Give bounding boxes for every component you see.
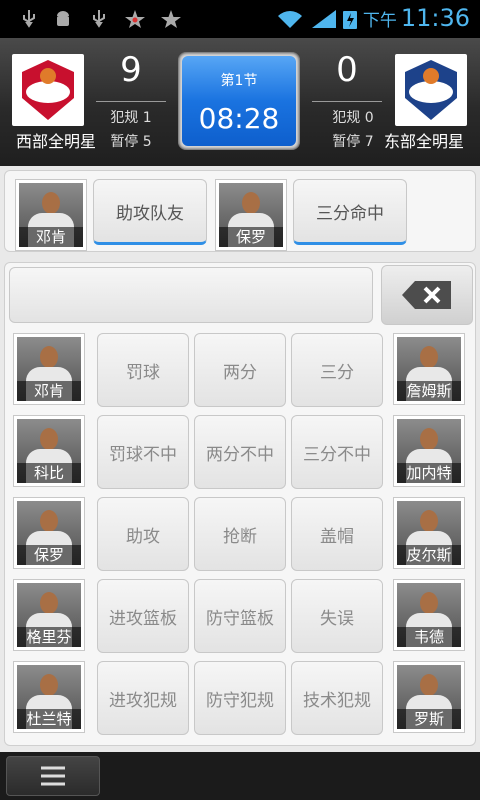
menu-icon <box>41 766 65 786</box>
action-button-1[interactable]: 罚球 <box>97 333 189 407</box>
scoreboard: 西部全明星 9 犯规 1 暂停 5 第1节 08:28 0 犯规 0 暂停 7 … <box>0 38 480 166</box>
action-button-6[interactable]: 三分不中 <box>291 415 383 489</box>
usb-icon-2 <box>93 10 105 28</box>
event-player-1[interactable]: 邓肯 <box>15 179 87 251</box>
action-button-9[interactable]: 盖帽 <box>291 497 383 571</box>
status-time: 下午 11:36 <box>363 4 470 34</box>
home-divider <box>96 101 166 102</box>
east-player-name: 罗斯 <box>397 709 461 729</box>
action-button-4[interactable]: 罚球不中 <box>97 415 189 489</box>
east-player-4[interactable]: 韦德 <box>393 579 465 651</box>
status-ampm: 下午 <box>362 11 397 31</box>
west-player-name: 格里芬 <box>17 627 81 647</box>
west-player-3[interactable]: 保罗 <box>13 497 85 569</box>
west-player-2[interactable]: 科比 <box>13 415 85 487</box>
action-button-2[interactable]: 两分 <box>194 333 286 407</box>
event-action-1[interactable]: 助攻队友 <box>93 179 207 245</box>
signal-icon <box>312 10 336 28</box>
away-score: 0 <box>336 50 358 90</box>
last-event-panel: 邓肯 助攻队友 保罗 三分命中 <box>4 170 476 252</box>
away-team-name: 东部全明星 <box>383 132 464 151</box>
event-action-2[interactable]: 三分命中 <box>293 179 407 245</box>
west-player-name: 科比 <box>17 463 81 483</box>
action-button-10[interactable]: 进攻篮板 <box>97 579 189 653</box>
east-player-1[interactable]: 詹姆斯 <box>393 333 465 405</box>
bottom-bar <box>0 752 480 800</box>
home-score: 9 <box>120 50 142 90</box>
action-button-7[interactable]: 助攻 <box>97 497 189 571</box>
action-button-13[interactable]: 进攻犯规 <box>97 661 189 735</box>
battery-charging-icon <box>343 11 357 29</box>
west-player-name: 杜兰特 <box>17 709 81 729</box>
star-icon <box>161 10 181 28</box>
western-team-logo <box>12 54 84 126</box>
action-button-15[interactable]: 技术犯规 <box>291 661 383 735</box>
status-clock: 11:36 <box>400 4 470 32</box>
away-divider <box>312 101 382 102</box>
action-panel: 邓肯 罚球 两分 三分 詹姆斯科比 罚球不中 两分不中 三分不中 加内特保罗 助攻 抢断 盖帽 皮尔斯格… <box>4 262 476 746</box>
event-player-1-name: 邓肯 <box>19 227 83 247</box>
game-clock[interactable]: 第1节 08:28 <box>178 52 300 150</box>
menu-button[interactable] <box>6 756 100 796</box>
clock-time: 08:28 <box>198 102 280 135</box>
east-player-name: 皮尔斯 <box>397 545 461 565</box>
action-button-11[interactable]: 防守篮板 <box>194 579 286 653</box>
west-player-name: 保罗 <box>17 545 81 565</box>
star-notification-icon <box>125 10 145 28</box>
action-button-5[interactable]: 两分不中 <box>194 415 286 489</box>
away-fouls: 犯规 0 <box>332 110 374 126</box>
action-button-8[interactable]: 抢断 <box>194 497 286 571</box>
backspace-button[interactable] <box>381 265 473 325</box>
backspace-icon <box>402 281 451 309</box>
status-bar: 下午 11:36 <box>0 0 480 38</box>
west-player-5[interactable]: 杜兰特 <box>13 661 85 733</box>
wifi-icon <box>278 11 302 28</box>
west-player-1[interactable]: 邓肯 <box>13 333 85 405</box>
east-player-2[interactable]: 加内特 <box>393 415 465 487</box>
event-player-2[interactable]: 保罗 <box>215 179 287 251</box>
west-player-4[interactable]: 格里芬 <box>13 579 85 651</box>
action-button-12[interactable]: 失误 <box>291 579 383 653</box>
android-icon <box>57 11 69 26</box>
west-player-name: 邓肯 <box>17 381 81 401</box>
home-fouls: 犯规 1 <box>110 110 152 126</box>
event-player-2-name: 保罗 <box>219 227 283 247</box>
east-player-name: 韦德 <box>397 627 461 647</box>
event-input-bar[interactable] <box>9 267 373 323</box>
east-player-name: 詹姆斯 <box>397 381 461 401</box>
eastern-team-logo <box>395 54 467 126</box>
east-player-5[interactable]: 罗斯 <box>393 661 465 733</box>
usb-icon <box>23 10 35 28</box>
home-timeouts: 暂停 5 <box>110 134 152 150</box>
east-player-name: 加内特 <box>397 463 461 483</box>
quarter-label: 第1节 <box>220 73 258 89</box>
east-player-3[interactable]: 皮尔斯 <box>393 497 465 569</box>
action-button-14[interactable]: 防守犯规 <box>194 661 286 735</box>
action-button-3[interactable]: 三分 <box>291 333 383 407</box>
